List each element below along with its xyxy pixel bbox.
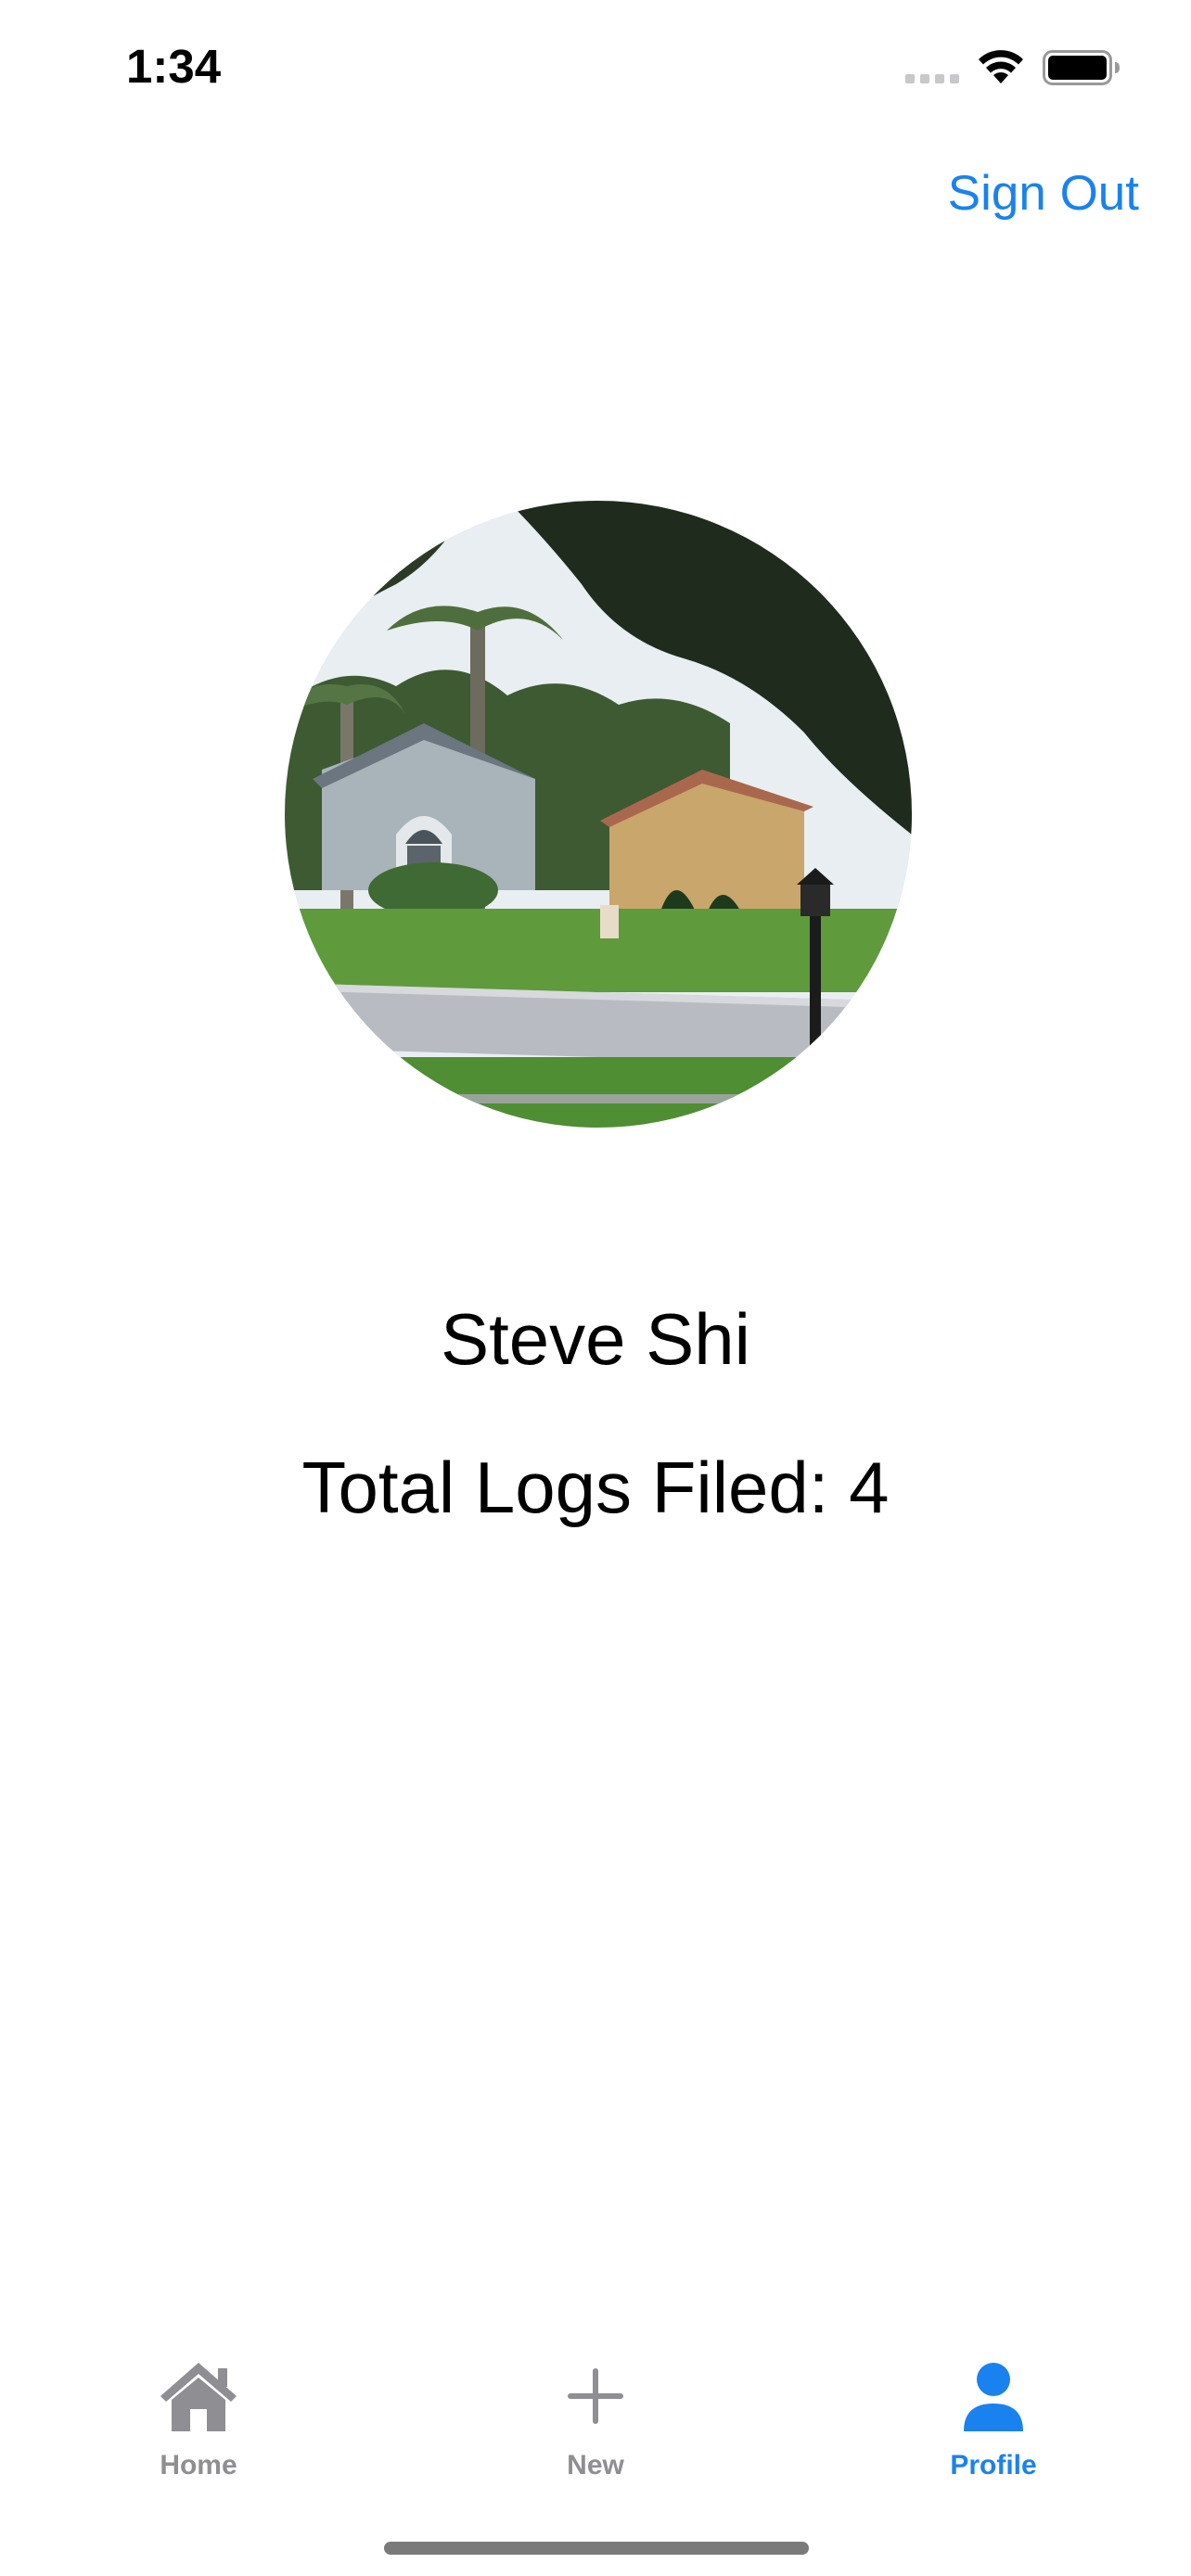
tab-home[interactable]: Home: [87, 2359, 310, 2507]
tab-profile-label: Profile: [950, 2450, 1037, 2480]
plus-icon: [568, 2368, 623, 2424]
sign-out-button[interactable]: Sign Out: [948, 165, 1139, 222]
wifi-icon: [979, 50, 1023, 83]
house-icon: [160, 2363, 237, 2431]
tab-home-label: Home: [160, 2450, 237, 2480]
tab-new-label: New: [567, 2450, 624, 2480]
cellular-signal-icon: [905, 74, 959, 83]
home-indicator[interactable]: [384, 2542, 809, 2555]
battery-icon: [1043, 50, 1120, 85]
total-logs-filed: Total Logs Filed: 4: [301, 1447, 890, 1528]
user-name: Steve Shi: [441, 1298, 750, 1380]
status-time: 1:34: [126, 40, 222, 93]
profile-avatar: [285, 501, 912, 1128]
status-bar: 1:34: [0, 0, 1191, 139]
tab-new[interactable]: New: [484, 2359, 707, 2507]
avatar-photo: [285, 501, 912, 1128]
tab-profile[interactable]: Profile: [882, 2359, 1105, 2507]
person-icon: [964, 2363, 1023, 2431]
tab-bar: Home New Profile: [0, 2337, 1191, 2576]
